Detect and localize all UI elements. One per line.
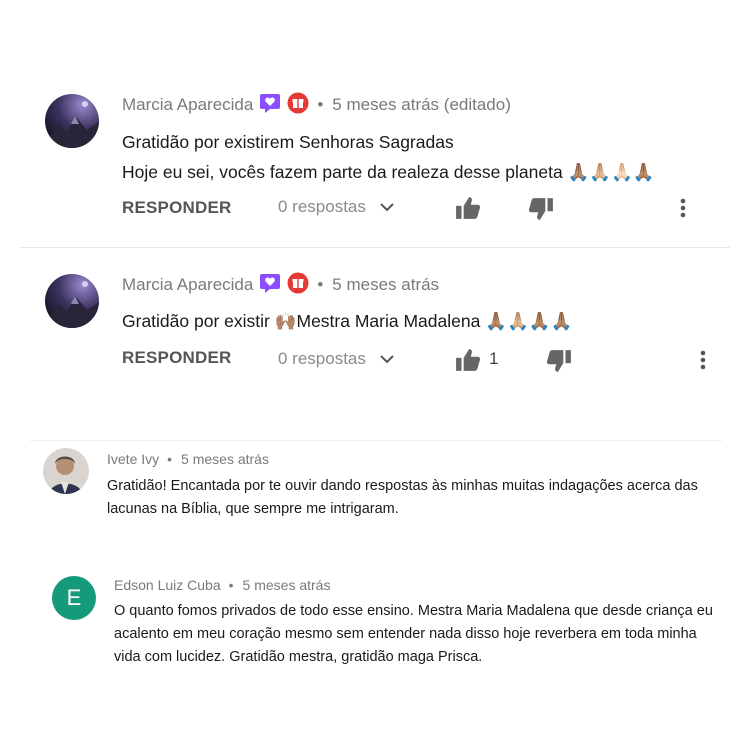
comment-meta: Marcia Aparecida • 5 meses atrás (editad…	[122, 92, 511, 119]
comment-text: O quanto fomos privados de todo esse ens…	[114, 603, 713, 665]
author-name[interactable]: Ivete Ivy	[107, 451, 159, 467]
timestamp[interactable]: 5 meses atrás	[243, 577, 331, 593]
comment-actions: RESPONDER	[122, 196, 232, 220]
avatar[interactable]	[43, 448, 89, 494]
thumbs-down-icon[interactable]	[528, 197, 554, 226]
comment-text: Gratidão por existir 🙌🏽Mestra Maria Mada…	[122, 306, 572, 336]
reply-button[interactable]: RESPONDER	[122, 198, 232, 218]
comment-line: Hoje eu sei, vocês fazem parte da realez…	[122, 162, 655, 182]
replies-count: 0 respostas	[278, 197, 366, 216]
thumbs-up-icon[interactable]	[455, 196, 481, 225]
separator-dot: •	[228, 577, 234, 593]
timestamp[interactable]: 5 meses atrás	[181, 451, 269, 467]
avatar-letter: E	[66, 585, 82, 610]
author-name[interactable]: Marcia Aparecida	[122, 95, 253, 115]
avatar[interactable]: E	[52, 576, 96, 620]
chevron-down-icon	[380, 349, 394, 369]
divider	[30, 440, 722, 441]
more-vert-icon[interactable]	[700, 350, 706, 375]
thumbs-down-icon[interactable]	[546, 349, 572, 378]
reply-button[interactable]: RESPONDER	[122, 348, 232, 368]
gift-badge-icon	[287, 92, 309, 119]
replies-toggle[interactable]: 0 respostas	[278, 349, 394, 369]
separator-dot: •	[317, 95, 324, 114]
chevron-down-icon	[380, 197, 394, 217]
separator-dot: •	[317, 275, 324, 294]
comment-text: Gratidão! Encantada por te ouvir dando r…	[107, 478, 698, 517]
author-name[interactable]: Marcia Aparecida	[122, 275, 253, 295]
thumbs-up-icon[interactable]	[455, 348, 481, 377]
timestamp[interactable]: 5 meses atrás (editado)	[332, 95, 511, 115]
like-count: 1	[489, 349, 499, 368]
comment-line: Gratidão por existirem Senhoras Sagradas	[122, 132, 454, 152]
gift-badge-icon	[287, 272, 309, 299]
avatar[interactable]	[45, 274, 99, 328]
heart-badge-icon	[259, 273, 281, 298]
comment-line: Gratidão por existir 🙌🏽Mestra Maria Mada…	[122, 311, 573, 331]
comment-meta: Ivete Ivy • 5 meses atrás	[107, 450, 269, 468]
timestamp[interactable]: 5 meses atrás	[332, 275, 439, 295]
comment-meta: Edson Luiz Cuba • 5 meses atrás	[114, 576, 330, 594]
comment-meta: Marcia Aparecida • 5 meses atrás	[122, 272, 439, 299]
more-vert-icon[interactable]	[680, 198, 686, 223]
author-name[interactable]: Edson Luiz Cuba	[114, 577, 221, 593]
divider	[20, 247, 730, 248]
comment-text: Gratidão por existirem Senhoras Sagradas…	[122, 127, 655, 187]
replies-count: 0 respostas	[278, 349, 366, 368]
separator-dot: •	[167, 451, 173, 467]
heart-badge-icon	[259, 93, 281, 118]
replies-toggle[interactable]: 0 respostas	[278, 197, 394, 217]
avatar[interactable]	[45, 94, 99, 148]
